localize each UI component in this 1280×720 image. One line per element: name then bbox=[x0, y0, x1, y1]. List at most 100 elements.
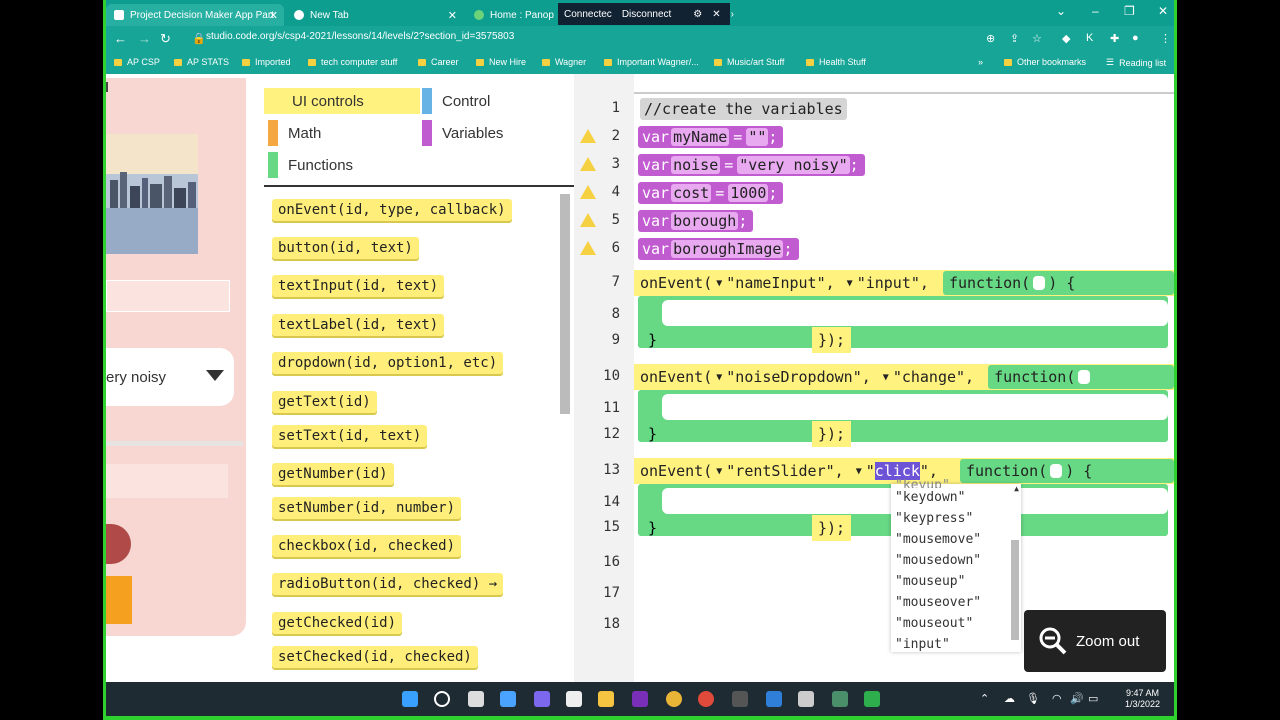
onenote-icon[interactable] bbox=[632, 691, 648, 707]
dropdown-option-partial[interactable]: "keyup" bbox=[895, 478, 950, 488]
var-block-noise[interactable]: var noise = "very noisy" ; bbox=[638, 154, 865, 176]
microphone-icon[interactable]: 🎙 bbox=[1026, 692, 1040, 705]
event-type[interactable]: "input", bbox=[857, 274, 929, 292]
function-block[interactable]: function() { bbox=[942, 271, 1174, 295]
chevron-down-icon[interactable]: ⌄ bbox=[1056, 4, 1066, 18]
zoom-out-button[interactable]: Zoom out bbox=[1024, 610, 1166, 672]
block-button[interactable]: button(id, text) bbox=[272, 237, 419, 259]
bookmark-ap-stats[interactable]: AP STATS bbox=[174, 57, 229, 67]
var-name[interactable]: borough bbox=[671, 212, 739, 230]
block-textlabel[interactable]: textLabel(id, text) bbox=[272, 314, 445, 336]
k-extension-icon[interactable]: K bbox=[1086, 32, 1093, 44]
url-field[interactable]: studio.code.org/s/csp4-2021/lessons/14/l… bbox=[206, 31, 514, 42]
bookmark-important-wagner[interactable]: Important Wagner/... bbox=[604, 57, 699, 67]
panopto-icon[interactable] bbox=[864, 691, 880, 707]
chrome-profile-icon[interactable] bbox=[832, 691, 848, 707]
teams-icon[interactable] bbox=[534, 691, 550, 707]
dropdown-arrow-icon[interactable]: ▼ bbox=[716, 372, 722, 383]
name-text-input[interactable] bbox=[106, 280, 230, 312]
dropdown-option[interactable]: "mouseout" bbox=[895, 616, 973, 631]
dropdown-option[interactable]: "mouseup" bbox=[895, 574, 965, 589]
chrome-icon[interactable] bbox=[666, 691, 682, 707]
warning-icon[interactable] bbox=[580, 185, 596, 199]
extension-icon[interactable]: ◆ bbox=[1062, 32, 1070, 45]
back-icon[interactable]: ← bbox=[114, 31, 127, 46]
warning-icon[interactable] bbox=[580, 157, 596, 171]
volume-icon[interactable]: 🔊 bbox=[1070, 692, 1084, 705]
dropdown-option[interactable]: "mousemove" bbox=[895, 532, 981, 547]
event-body-slot[interactable] bbox=[662, 394, 1168, 420]
var-name[interactable]: noise bbox=[671, 156, 721, 174]
orange-button[interactable] bbox=[106, 576, 132, 624]
block-settext[interactable]: setText(id, text) bbox=[272, 425, 428, 447]
start-icon[interactable] bbox=[402, 691, 418, 707]
bookmarks-overflow-icon[interactable]: » bbox=[978, 57, 983, 67]
bookmark-music-art-stuff[interactable]: Music/art Stuff bbox=[714, 57, 784, 67]
disconnect-button[interactable]: Disconnect bbox=[622, 9, 671, 20]
clock[interactable]: 9:47 AM 1/3/2022 bbox=[1125, 688, 1160, 710]
bookmark-ap-csp[interactable]: AP CSP bbox=[114, 57, 160, 67]
event-body-slot[interactable] bbox=[662, 300, 1168, 326]
var-block-cost[interactable]: var cost = 1000 ; bbox=[638, 182, 784, 204]
task-view-icon[interactable] bbox=[468, 691, 484, 707]
star-icon[interactable]: ☆ bbox=[1032, 32, 1042, 45]
warning-icon[interactable] bbox=[580, 241, 596, 255]
network-app-icon[interactable] bbox=[732, 691, 748, 707]
tab-new-tab[interactable]: New Tab ✕ bbox=[286, 4, 463, 26]
tab-close-icon[interactable]: ✕ bbox=[269, 9, 278, 22]
block-dropdown[interactable]: dropdown(id, option1, etc) bbox=[272, 352, 504, 374]
block-radiobutton[interactable]: radioButton(id, checked) → bbox=[272, 573, 504, 595]
dropdown-arrow-icon[interactable]: ▼ bbox=[716, 466, 722, 477]
comment-block[interactable]: //create the variables bbox=[640, 98, 847, 120]
noise-dropdown[interactable]: ery noisy bbox=[106, 348, 234, 406]
block-onevent[interactable]: onEvent(id, type, callback) bbox=[272, 199, 512, 221]
bookmark-other[interactable]: Other bookmarks bbox=[1004, 57, 1086, 67]
battery-icon[interactable]: ▭ bbox=[1088, 692, 1098, 705]
dropdown-option[interactable]: "keydown" bbox=[895, 490, 965, 505]
param-slot[interactable] bbox=[1033, 276, 1046, 290]
var-block-borough[interactable]: var borough ; bbox=[638, 210, 754, 232]
scroll-up-icon[interactable]: ▲ bbox=[1014, 484, 1019, 493]
var-value[interactable]: "" bbox=[746, 128, 769, 146]
category-variables[interactable]: Variables bbox=[422, 120, 503, 146]
event-id[interactable]: "noiseDropdown", bbox=[726, 368, 871, 386]
function-block[interactable]: function() { bbox=[959, 459, 1174, 483]
dropdown-option[interactable]: "mouseover" bbox=[895, 595, 981, 610]
block-getnumber[interactable]: getNumber(id) bbox=[272, 463, 394, 485]
block-setchecked[interactable]: setChecked(id, checked) bbox=[272, 646, 478, 668]
round-button[interactable] bbox=[106, 524, 131, 564]
file-explorer-icon[interactable] bbox=[598, 691, 614, 707]
var-value[interactable]: "very noisy" bbox=[737, 156, 850, 174]
acrobat-icon[interactable] bbox=[698, 691, 714, 707]
var-name[interactable]: boroughImage bbox=[671, 240, 784, 258]
wifi-icon[interactable]: ◠ bbox=[1052, 692, 1062, 705]
tab-project-decision-maker[interactable]: Project Decision Maker App Part ✕ bbox=[106, 4, 284, 26]
function-block[interactable]: function( bbox=[988, 365, 1174, 389]
zoom-icon[interactable]: ⊕ bbox=[986, 32, 995, 45]
reading-list[interactable]: ☰ Reading list bbox=[1106, 57, 1166, 68]
category-ui-controls[interactable]: UI controls bbox=[264, 88, 420, 114]
event-id[interactable]: "rentSlider", bbox=[726, 462, 843, 480]
tab-close-icon[interactable]: ✕ bbox=[448, 9, 457, 22]
var-value[interactable]: 1000 bbox=[728, 184, 769, 202]
onevent-block-nameinput[interactable]: onEvent( ▼ "nameInput", ▼ "input", funct… bbox=[634, 270, 1174, 296]
bookmark-health-stuff[interactable]: Health Stuff bbox=[806, 57, 866, 67]
event-type[interactable]: "change", bbox=[893, 368, 974, 386]
dropdown-arrow-icon[interactable]: ▼ bbox=[883, 372, 889, 383]
event-type-dropdown[interactable]: "keyup" "keydown" "keypress" "mousemove"… bbox=[891, 478, 1021, 652]
menu-icon[interactable]: ⋮ bbox=[1160, 32, 1171, 45]
bookmark-imported[interactable]: Imported bbox=[242, 57, 291, 67]
dropdown-arrow-icon[interactable]: ▼ bbox=[716, 278, 722, 289]
dropdown-option[interactable]: "input" bbox=[895, 637, 950, 652]
dropdown-arrow-icon[interactable]: ▼ bbox=[856, 466, 862, 477]
dropdown-arrow-icon[interactable]: ▼ bbox=[847, 278, 853, 289]
onevent-block-noisedropdown[interactable]: onEvent( ▼ "noiseDropdown", ▼ "change", … bbox=[634, 364, 1174, 390]
bookmark-tech-computer-stuff[interactable]: tech computer stuff bbox=[308, 57, 397, 67]
category-control[interactable]: Control bbox=[422, 88, 490, 114]
param-slot[interactable] bbox=[1078, 370, 1091, 384]
search-icon[interactable] bbox=[434, 691, 450, 707]
event-id[interactable]: "nameInput", bbox=[726, 274, 834, 292]
category-functions[interactable]: Functions bbox=[268, 152, 353, 178]
reload-icon[interactable]: ↻ bbox=[160, 31, 171, 47]
warning-icon[interactable] bbox=[580, 213, 596, 227]
